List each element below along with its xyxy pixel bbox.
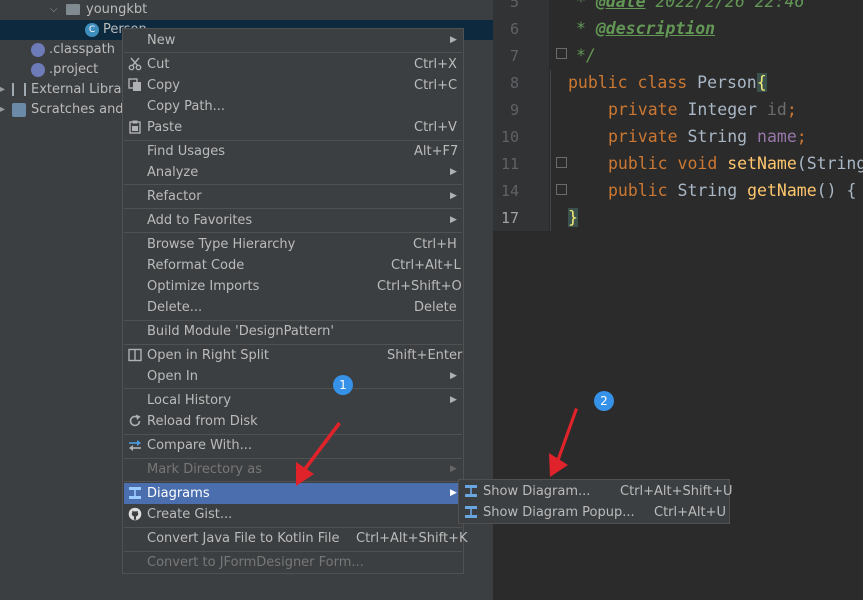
submenu-arrow-icon: ▶ [450, 488, 457, 498]
github-icon [128, 507, 142, 521]
cut-icon [128, 57, 142, 71]
menu-item-convert-to-kotlin[interactable]: Convert Java File to Kotlin File Ctrl+Al… [124, 528, 467, 549]
chevron-right-icon[interactable]: ▸ [0, 80, 5, 100]
submenu-arrow-icon: ▶ [450, 215, 457, 225]
separator [124, 208, 462, 209]
editor-gutter: 5 6 7 8 9 10 11 14 17 [493, 0, 567, 231]
package-icon [66, 4, 80, 15]
context-menu: New ▶ Cut Ctrl+X Copy Ctrl+C Copy Path..… [122, 28, 467, 574]
menu-item-optimize-imports[interactable]: Optimize Imports Ctrl+Shift+O [124, 276, 462, 297]
code-area[interactable]: 5 6 7 8 9 10 11 14 17 * @date 2022/2/26 … [493, 0, 863, 231]
menu-item-open-in-right-split[interactable]: Open in Right Split Shift+Enter [124, 345, 462, 366]
code-line-7: */ [576, 46, 596, 65]
split-icon [128, 348, 142, 362]
diagram-icon [465, 506, 477, 518]
line-number: 7 [509, 47, 519, 65]
menu-item-show-diagram[interactable]: Show Diagram... Ctrl+Alt+Shift+U [460, 481, 732, 502]
menu-item-add-to-favorites[interactable]: Add to Favorites ▶ [124, 210, 462, 231]
paste-icon [129, 120, 141, 134]
line-number: 10 [500, 128, 519, 146]
line-number: 17 [500, 209, 519, 227]
scratches-icon [12, 103, 26, 117]
submenu-arrow-icon: ▶ [450, 395, 457, 405]
menu-item-reload-from-disk[interactable]: Reload from Disk [124, 411, 462, 432]
code-line-8: public class Person{ [568, 73, 767, 92]
menu-item-delete[interactable]: Delete... Delete [124, 297, 462, 318]
line-number: 14 [500, 182, 519, 200]
submenu-arrow-icon: ▶ [450, 191, 457, 201]
menu-item-diagrams[interactable]: Diagrams ▶ [124, 483, 462, 504]
submenu-arrow-icon: ▶ [450, 464, 457, 474]
separator [124, 232, 462, 233]
tree-item-youngkbt[interactable]: ⌵ youngkbt [0, 0, 493, 20]
submenu-arrow-icon: ▶ [450, 35, 457, 45]
menu-item-convert-to-jformdesigner: Convert to JFormDesigner Form... [147, 555, 364, 570]
menu-item-build-module[interactable]: Build Module 'DesignPattern' [124, 321, 462, 342]
chevron-down-icon[interactable]: ⌵ [50, 0, 58, 20]
menu-item-mark-directory-as: Mark Directory as ▶ [124, 459, 462, 480]
annotation-badge-2: 2 [594, 391, 614, 411]
code-line-14: public String getName() { [608, 181, 857, 200]
diagram-icon [129, 487, 141, 499]
code-line-17: } [568, 208, 578, 227]
indent-guide [550, 70, 551, 231]
menu-item-find-usages[interactable]: Find Usages Alt+F7 [124, 141, 462, 162]
line-number: 11 [500, 155, 519, 173]
fold-icon[interactable] [556, 48, 567, 59]
fold-icon[interactable] [556, 157, 567, 168]
menu-item-local-history[interactable]: Local History ▶ [124, 390, 462, 411]
code-line-11: public void setName(String [608, 154, 863, 173]
menu-item-show-diagram-popup[interactable]: Show Diagram Popup... Ctrl+Alt+U [460, 502, 728, 523]
fold-icon[interactable] [556, 184, 567, 195]
compare-icon [129, 440, 141, 451]
menu-item-open-in[interactable]: Open In ▶ [124, 366, 462, 387]
diagrams-submenu: Show Diagram... Ctrl+Alt+Shift+U Show Di… [458, 479, 732, 524]
menu-item-cut[interactable]: Cut Ctrl+X [124, 54, 462, 75]
submenu-arrow-icon: ▶ [450, 167, 457, 177]
code-line-6: * @description [576, 19, 716, 38]
copy-icon [128, 78, 141, 91]
library-icon [12, 83, 26, 96]
menu-item-new[interactable]: New ▶ [124, 30, 462, 51]
class-icon: C [85, 23, 99, 37]
line-number: 5 [509, 0, 519, 11]
submenu-arrow-icon: ▶ [450, 371, 457, 381]
line-number: 9 [509, 101, 519, 119]
menu-item-browse-type-hierarchy[interactable]: Browse Type Hierarchy Ctrl+H [124, 234, 462, 255]
code-line-9: private Integer id; [608, 100, 797, 119]
separator [124, 184, 462, 185]
diagram-icon [465, 485, 477, 497]
menu-item-refactor[interactable]: Refactor ▶ [124, 186, 462, 207]
separator [124, 388, 462, 389]
line-number: 6 [509, 20, 519, 38]
file-icon [31, 43, 45, 57]
menu-item-copy[interactable]: Copy Ctrl+C [124, 75, 462, 96]
line-number: 8 [509, 74, 519, 92]
menu-item-analyze[interactable]: Analyze ▶ [124, 162, 462, 183]
reload-icon [129, 414, 141, 427]
file-icon [31, 63, 45, 77]
annotation-badge-1: 1 [333, 375, 353, 395]
code-line-5: * @date 2022/2/26 22:46 [576, 0, 805, 11]
separator [124, 481, 462, 482]
separator [124, 52, 462, 53]
code-line-10: private String name; [608, 127, 807, 146]
menu-item-reformat-code[interactable]: Reformat Code Ctrl+Alt+L [124, 255, 462, 276]
menu-item-compare-with[interactable]: Compare With... [124, 435, 462, 456]
menu-item-paste[interactable]: Paste Ctrl+V [124, 117, 462, 138]
chevron-right-icon[interactable]: ▸ [0, 100, 5, 120]
menu-item-create-gist[interactable]: Create Gist... [124, 504, 462, 525]
menu-item-copy-path[interactable]: Copy Path... [124, 96, 462, 117]
